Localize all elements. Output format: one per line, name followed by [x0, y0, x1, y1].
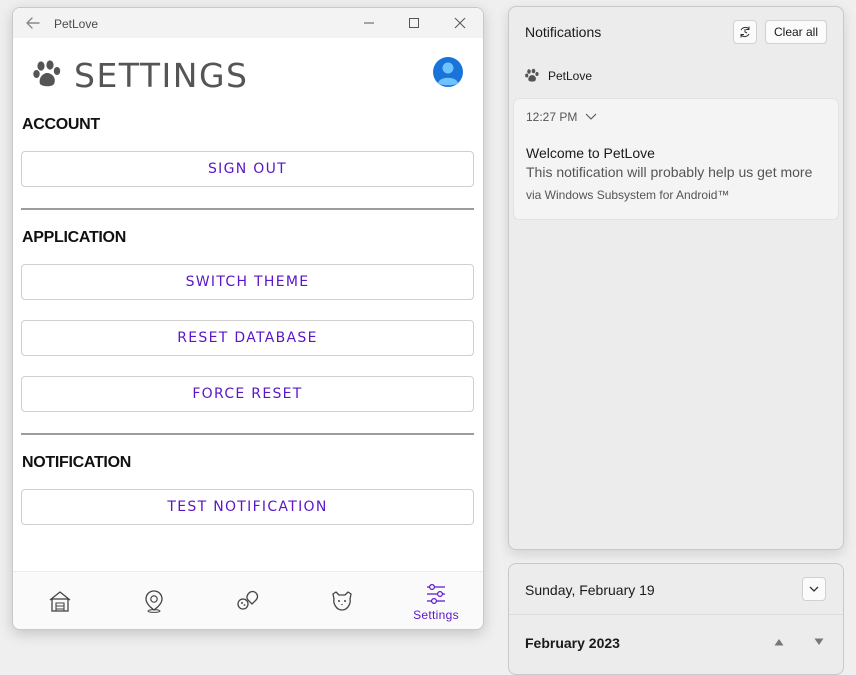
focus-assist-icon: [740, 26, 750, 38]
notifications-title: Notifications: [525, 24, 602, 40]
notification-time: 12:27 PM: [526, 110, 578, 124]
location-pin-icon: [145, 590, 163, 613]
calendar-collapse-button[interactable]: [802, 577, 826, 601]
maximize-icon[interactable]: [404, 14, 424, 32]
account-heading: ACCOUNT: [22, 116, 100, 133]
sign-out-button[interactable]: SIGN OUT: [21, 151, 474, 187]
section-divider: [21, 433, 474, 435]
petlove-app-icon: [525, 68, 539, 82]
nav-item-settings[interactable]: Settings: [389, 572, 483, 629]
minimize-icon[interactable]: [359, 14, 379, 32]
application-heading: APPLICATION: [22, 229, 126, 246]
nav-item-pets[interactable]: [295, 572, 389, 629]
chevron-down-icon: [809, 586, 819, 592]
title-bar: PetLove: [13, 8, 483, 38]
paw-logo-icon: [33, 60, 61, 87]
back-arrow-icon[interactable]: [24, 14, 42, 32]
reset-database-button[interactable]: RESET DATABASE: [21, 320, 474, 356]
clear-all-button[interactable]: Clear all: [765, 20, 827, 44]
switch-theme-button[interactable]: SWITCH THEME: [21, 264, 474, 300]
test-notification-button[interactable]: TEST NOTIFICATION: [21, 489, 474, 525]
previous-month-icon[interactable]: [773, 637, 785, 647]
window-title: PetLove: [54, 17, 99, 31]
notification-body: This notification will probably help us …: [526, 164, 813, 180]
force-reset-button[interactable]: FORCE RESET: [21, 376, 474, 412]
calendar-divider: [509, 614, 843, 615]
nav-item-toys[interactable]: [201, 572, 295, 629]
nav-label-settings: Settings: [413, 608, 459, 622]
notification-app-name: PetLove: [548, 69, 593, 83]
focus-button[interactable]: [733, 20, 757, 44]
avatar-icon[interactable]: [433, 57, 463, 87]
page-title: SETTINGS: [74, 56, 249, 95]
calendar-panel: Sunday, February 19 February 2023: [508, 563, 844, 675]
next-month-icon[interactable]: [813, 637, 825, 647]
notification-center: Notifications Clear all PetLove 12:27 PM…: [508, 6, 844, 550]
notification-heading: NOTIFICATION: [22, 454, 131, 471]
nav-item-home[interactable]: [13, 572, 107, 629]
chevron-down-icon[interactable]: [584, 110, 598, 122]
bottom-navigation: Settings: [13, 571, 483, 629]
section-divider: [21, 208, 474, 210]
nav-item-location[interactable]: [107, 572, 201, 629]
calendar-date: Sunday, February 19: [525, 582, 655, 598]
settings-sliders-icon: [427, 583, 445, 605]
notification-attribution: via Windows Subsystem for Android™: [526, 188, 730, 202]
app-window: PetLove SETTINGS ACCOUNT SIGN OUT APPLIC…: [12, 7, 484, 630]
notification-toast[interactable]: 12:27 PM Welcome to PetLove This notific…: [513, 98, 839, 220]
notification-title: Welcome to PetLove: [526, 145, 655, 161]
house-icon: [49, 591, 71, 612]
pet-toys-icon: [237, 590, 259, 610]
calendar-month: February 2023: [525, 635, 620, 651]
dog-cat-icon: [332, 591, 352, 611]
close-icon[interactable]: [450, 14, 470, 32]
